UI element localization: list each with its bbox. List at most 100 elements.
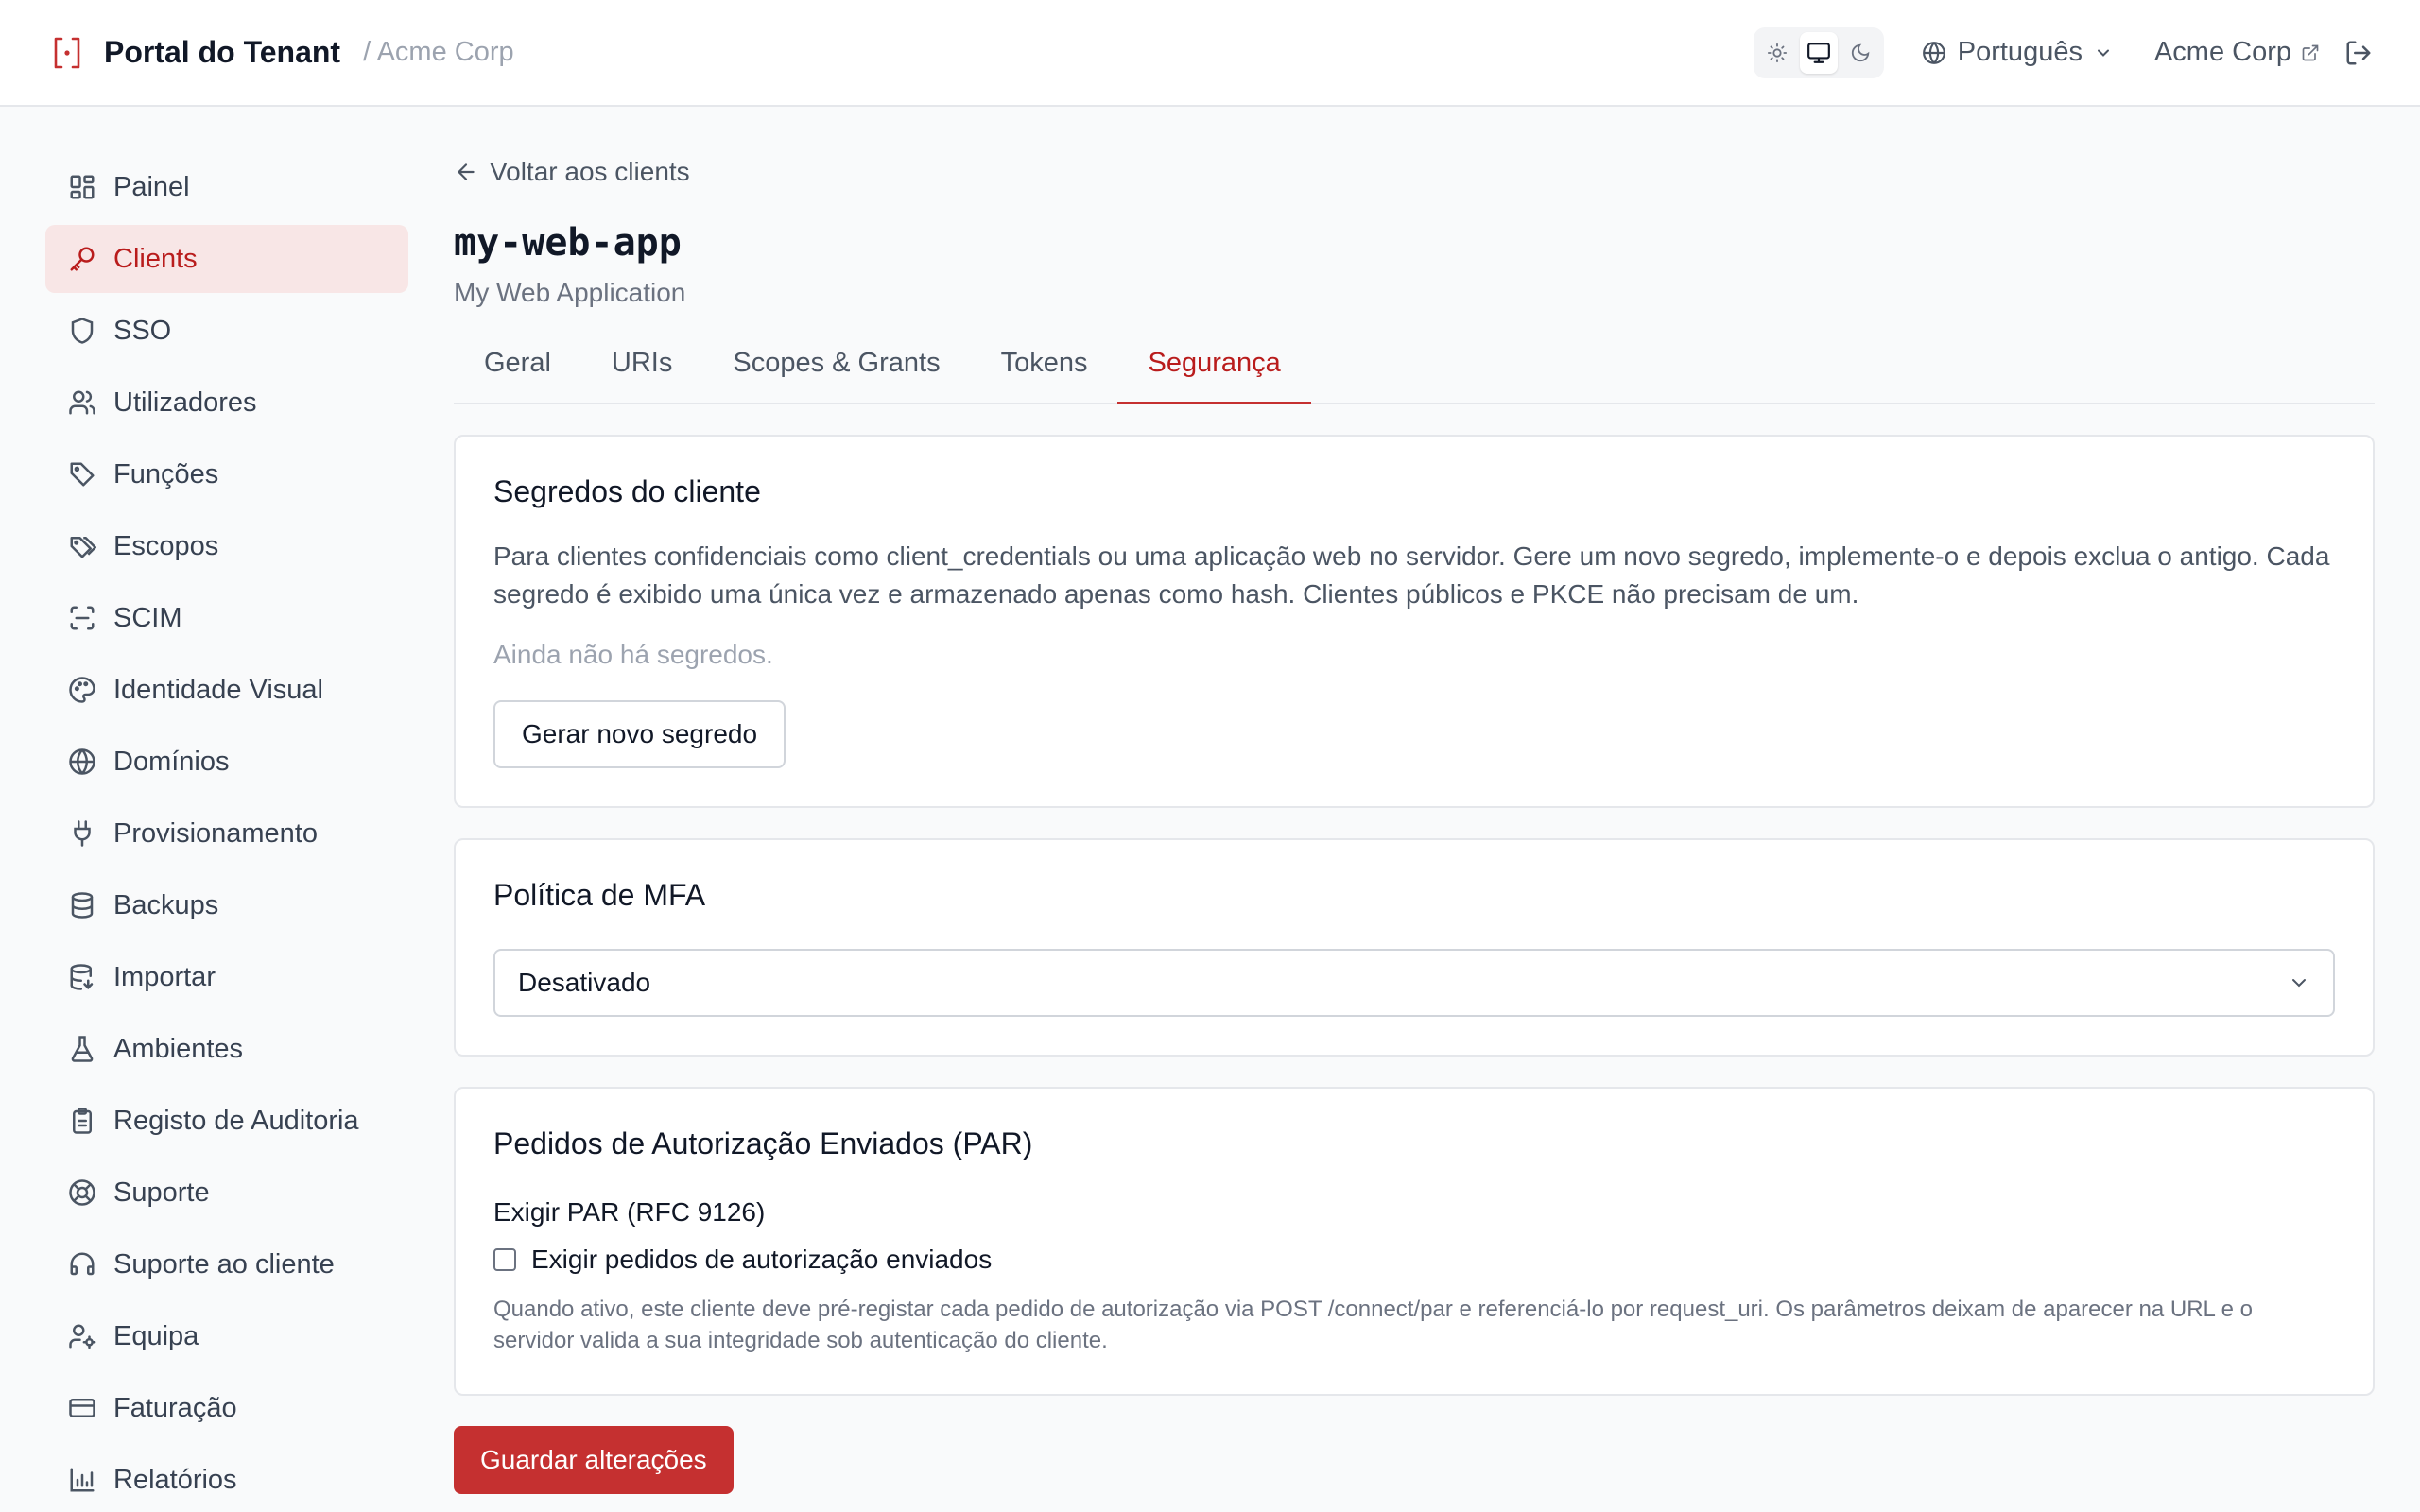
sidebar-item-label: Domínios bbox=[113, 746, 230, 777]
sidebar-item-equipa[interactable]: Equipa bbox=[45, 1302, 408, 1370]
chevron-down-icon bbox=[2292, 979, 2306, 988]
database-icon bbox=[71, 892, 94, 919]
par-card: Pedidos de Autorização Enviados (PAR) Ex… bbox=[454, 1087, 2375, 1396]
sidebar-item-label: SSO bbox=[113, 315, 172, 346]
tag-icon bbox=[70, 462, 95, 487]
tab-geral[interactable]: Geral bbox=[454, 346, 581, 403]
tab-scopes-grants[interactable]: Scopes & Grants bbox=[702, 346, 970, 403]
account-label: Acme Corp bbox=[2153, 37, 2291, 67]
lifebuoy-icon bbox=[69, 1179, 95, 1206]
sidebar-item-label: Ambientes bbox=[113, 1033, 244, 1064]
require-par-checkbox[interactable] bbox=[493, 1248, 516, 1271]
page-subtitle: My Web Application bbox=[454, 278, 686, 307]
arrow-left-icon bbox=[458, 163, 475, 180]
sidebar-item-utilizadores[interactable]: Utilizadores bbox=[45, 369, 408, 437]
shield-icon bbox=[71, 318, 94, 344]
page-title: my-web-app bbox=[454, 221, 682, 265]
globe-icon bbox=[69, 748, 95, 775]
sidebar-item-identidade-visual[interactable]: Identidade Visual bbox=[45, 656, 408, 724]
sidebar-item-ambientes[interactable]: Ambientes bbox=[45, 1015, 408, 1083]
sidebar-item-label: Escopos bbox=[113, 530, 219, 561]
account-link[interactable]: Acme Corp bbox=[2154, 37, 2320, 68]
credit-card-icon bbox=[69, 1399, 95, 1418]
language-selector[interactable]: Português bbox=[1922, 37, 2113, 68]
globe-icon bbox=[1922, 41, 1945, 64]
logo-icon bbox=[51, 37, 83, 69]
sidebar-item-label: Equipa bbox=[113, 1320, 199, 1351]
generate-secret-button[interactable]: Gerar novo segredo bbox=[493, 700, 786, 768]
tags-icon bbox=[70, 537, 96, 558]
secrets-empty-state: Ainda não há segredos. bbox=[493, 640, 773, 669]
sidebar-item-label: Provisionamento bbox=[113, 817, 318, 849]
tenant-breadcrumb: / Acme Corp bbox=[363, 37, 514, 67]
theme-dark-button[interactable] bbox=[1841, 32, 1879, 74]
sidebar-item-label: Registo de Auditoria bbox=[113, 1105, 359, 1136]
sidebar-item-dominios[interactable]: Domínios bbox=[45, 728, 408, 796]
palette-icon bbox=[69, 677, 95, 703]
sidebar-item-label: SCIM bbox=[113, 602, 182, 633]
tab-bar: Geral URIs Scopes & Grants Tokens Segura… bbox=[454, 346, 2375, 404]
logout-icon bbox=[2346, 41, 2371, 64]
mfa-title: Política de MFA bbox=[493, 878, 706, 912]
require-par-row[interactable]: Exigir pedidos de autorização enviados bbox=[493, 1245, 2335, 1275]
par-hint: Quando ativo, este cliente deve pré-regi… bbox=[493, 1297, 2254, 1353]
secrets-title: Segredos do cliente bbox=[493, 474, 761, 508]
sidebar-item-painel[interactable]: Painel bbox=[45, 153, 408, 221]
sidebar-item-label: Relatórios bbox=[113, 1464, 237, 1495]
clipboard-icon bbox=[73, 1108, 92, 1134]
mfa-policy-card: Política de MFA Desativado bbox=[454, 838, 2375, 1057]
monitor-icon bbox=[1806, 42, 1830, 63]
key-icon bbox=[70, 247, 95, 271]
sidebar-item-escopos[interactable]: Escopos bbox=[45, 512, 408, 580]
sidebar-item-registo-de-auditoria[interactable]: Registo de Auditoria bbox=[45, 1087, 408, 1155]
sidebar-item-clients[interactable]: Clients bbox=[45, 225, 408, 293]
top-bar: Portal do Tenant / Acme Corp Português A… bbox=[0, 0, 2420, 107]
sidebar-item-label: Backups bbox=[113, 889, 219, 920]
mfa-policy-value: Desativado bbox=[518, 968, 651, 997]
tab-uris[interactable]: URIs bbox=[581, 346, 702, 403]
tab-tokens[interactable]: Tokens bbox=[971, 346, 1118, 403]
logout-button[interactable] bbox=[2344, 39, 2373, 67]
sidebar-item-label: Identidade Visual bbox=[113, 674, 323, 705]
sidebar-item-importar[interactable]: Importar bbox=[45, 943, 408, 1011]
chevron-down-icon bbox=[2097, 49, 2109, 57]
plug-icon bbox=[74, 820, 91, 847]
sidebar-item-label: Funções bbox=[113, 458, 219, 490]
theme-switcher bbox=[1753, 26, 1884, 78]
database-import-icon bbox=[70, 964, 94, 990]
theme-light-button[interactable] bbox=[1758, 32, 1796, 74]
save-changes-button[interactable]: Guardar alterações bbox=[454, 1426, 734, 1494]
sidebar: Painel Clients SSO Utilizadores Funções … bbox=[45, 153, 408, 1512]
tab-seguranca[interactable]: Segurança bbox=[1117, 346, 1311, 404]
sidebar-item-label: Clients bbox=[113, 243, 198, 274]
main-content: Voltar aos clients my-web-app My Web App… bbox=[454, 153, 2375, 1494]
par-title: Pedidos de Autorização Enviados (PAR) bbox=[493, 1126, 1033, 1160]
flask-icon bbox=[71, 1036, 94, 1062]
mfa-policy-select[interactable]: Desativado bbox=[493, 949, 2335, 1017]
sidebar-item-relatorios[interactable]: Relatórios bbox=[45, 1446, 408, 1512]
sidebar-item-label: Faturação bbox=[113, 1392, 237, 1423]
moon-icon bbox=[1851, 43, 1870, 61]
user-cog-icon bbox=[69, 1324, 96, 1349]
require-par-label: Exigir pedidos de autorização enviados bbox=[531, 1245, 993, 1274]
sidebar-item-label: Suporte ao cliente bbox=[113, 1248, 335, 1280]
sidebar-item-faturacao[interactable]: Faturação bbox=[45, 1374, 408, 1442]
par-field-label: Exigir PAR (RFC 9126) bbox=[493, 1197, 766, 1227]
users-icon bbox=[69, 390, 95, 415]
brand-title: Portal do Tenant bbox=[104, 35, 341, 69]
theme-system-button[interactable] bbox=[1799, 31, 1838, 74]
sidebar-item-label: Painel bbox=[113, 171, 190, 202]
sidebar-item-suporte-ao-cliente[interactable]: Suporte ao cliente bbox=[45, 1230, 408, 1298]
sidebar-item-funcoes[interactable]: Funções bbox=[45, 440, 408, 508]
scan-icon bbox=[70, 606, 95, 630]
back-to-clients-link[interactable]: Voltar aos clients bbox=[454, 153, 2375, 191]
back-link-label: Voltar aos clients bbox=[490, 157, 690, 186]
sidebar-item-suporte[interactable]: Suporte bbox=[45, 1159, 408, 1227]
sidebar-item-provisionamento[interactable]: Provisionamento bbox=[45, 799, 408, 868]
sidebar-item-label: Utilizadores bbox=[113, 387, 257, 418]
sidebar-item-scim[interactable]: SCIM bbox=[45, 584, 408, 652]
sidebar-item-label: Suporte bbox=[113, 1177, 210, 1208]
sidebar-item-backups[interactable]: Backups bbox=[45, 871, 408, 939]
secrets-description: Para clientes confidenciais como client_… bbox=[493, 541, 2330, 609]
sidebar-item-sso[interactable]: SSO bbox=[45, 297, 408, 365]
